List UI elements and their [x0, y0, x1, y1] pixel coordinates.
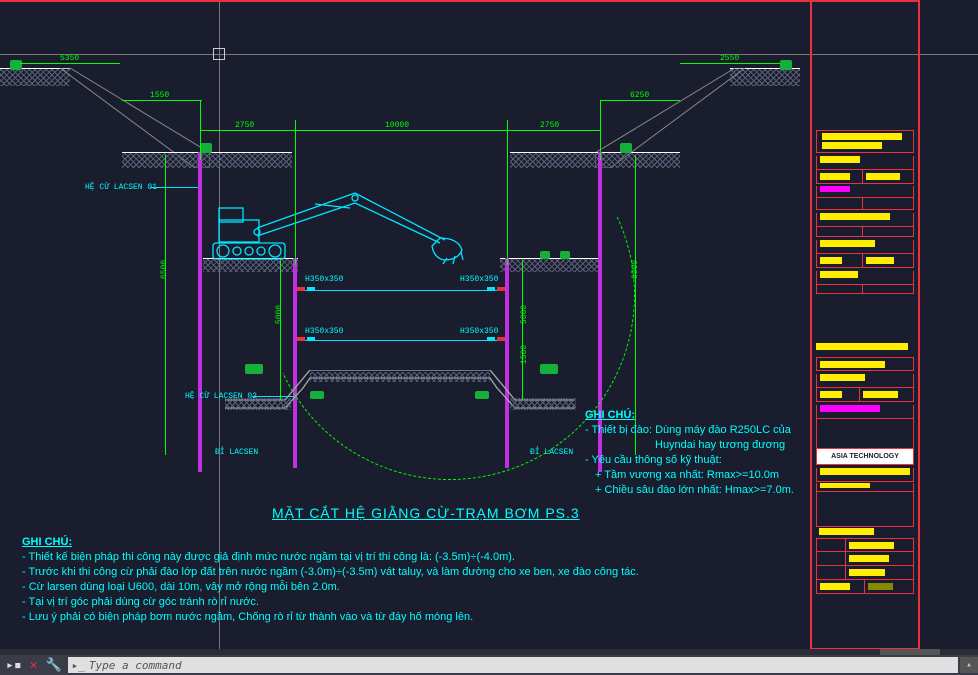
dim-text: 6500: [160, 260, 169, 279]
pile-end-l: ĐỈ LACSEN: [215, 448, 258, 457]
close-icon[interactable]: ✕: [30, 658, 38, 673]
dim-text: 2750: [540, 121, 559, 130]
sheet-pile-outer-l: [198, 152, 202, 472]
dim-text: 1500: [520, 345, 529, 364]
company-name: ASIA TECHNOLOGY: [831, 453, 899, 460]
dim: [200, 130, 600, 131]
note-bottom: GHI CHÚ: - Thiết kế biện pháp thi công n…: [22, 535, 782, 625]
marker: [620, 143, 632, 153]
dim: [600, 100, 680, 101]
drawing-frame-top: [0, 0, 810, 5]
marker: [245, 364, 263, 374]
dim: [295, 120, 296, 265]
pick-box: [213, 48, 225, 60]
dim: [507, 120, 508, 265]
customize-icon[interactable]: 🔧: [45, 658, 61, 673]
dim-text: 5000: [275, 305, 284, 324]
dim-text: 2550: [720, 54, 739, 63]
dim: [280, 260, 281, 400]
dim-text: 10000: [385, 121, 409, 130]
excavator-icon: [205, 188, 475, 268]
dim-text: 2750: [235, 121, 254, 130]
section-title: MẶT CẮT HỆ GIẰNG CỪ-TRẠM BƠM PS.3: [272, 505, 580, 521]
dim: [20, 63, 120, 64]
titleblock: [816, 130, 914, 294]
model-space[interactable]: ASIA TECHNOLOGY: [0, 0, 978, 655]
pile-label-1: HỆ CỪ LACSEN 01: [85, 183, 157, 192]
command-bar: ▸▪ ✕ 🔧 ▸_ Type a command ▴: [0, 655, 978, 675]
dim: [122, 100, 202, 101]
dim-text: 6250: [630, 91, 649, 100]
command-placeholder: Type a command: [89, 659, 182, 672]
pile-end-r: ĐỈ LACSEN: [530, 448, 573, 457]
dim: [165, 155, 166, 455]
dim: [522, 260, 523, 400]
dim: [680, 63, 780, 64]
ground-mid-left: [122, 152, 292, 168]
note-right: GHI CHÚ: - Thiết bị đào: Dùng máy đào R2…: [585, 408, 805, 498]
dim-text: 6500: [631, 260, 640, 279]
dim-text: 5350: [60, 54, 79, 63]
dim: [200, 100, 201, 160]
command-input[interactable]: ▸_ Type a command: [68, 657, 958, 673]
pile-label-2: HỆ CỪ LACSEN 02: [185, 392, 257, 401]
dim: [600, 100, 601, 160]
tree-marker: [780, 60, 792, 70]
dim-text: 5000: [520, 305, 529, 324]
tree-marker: [10, 60, 22, 70]
command-prompt-icon: ▸_: [72, 659, 85, 672]
titleblock-lower: ASIA TECHNOLOGY: [816, 340, 914, 594]
recent-commands-icon[interactable]: ▸▪: [6, 658, 22, 673]
dim-text: 1550: [150, 91, 169, 100]
scroll-right-button[interactable]: ▴: [960, 657, 978, 673]
